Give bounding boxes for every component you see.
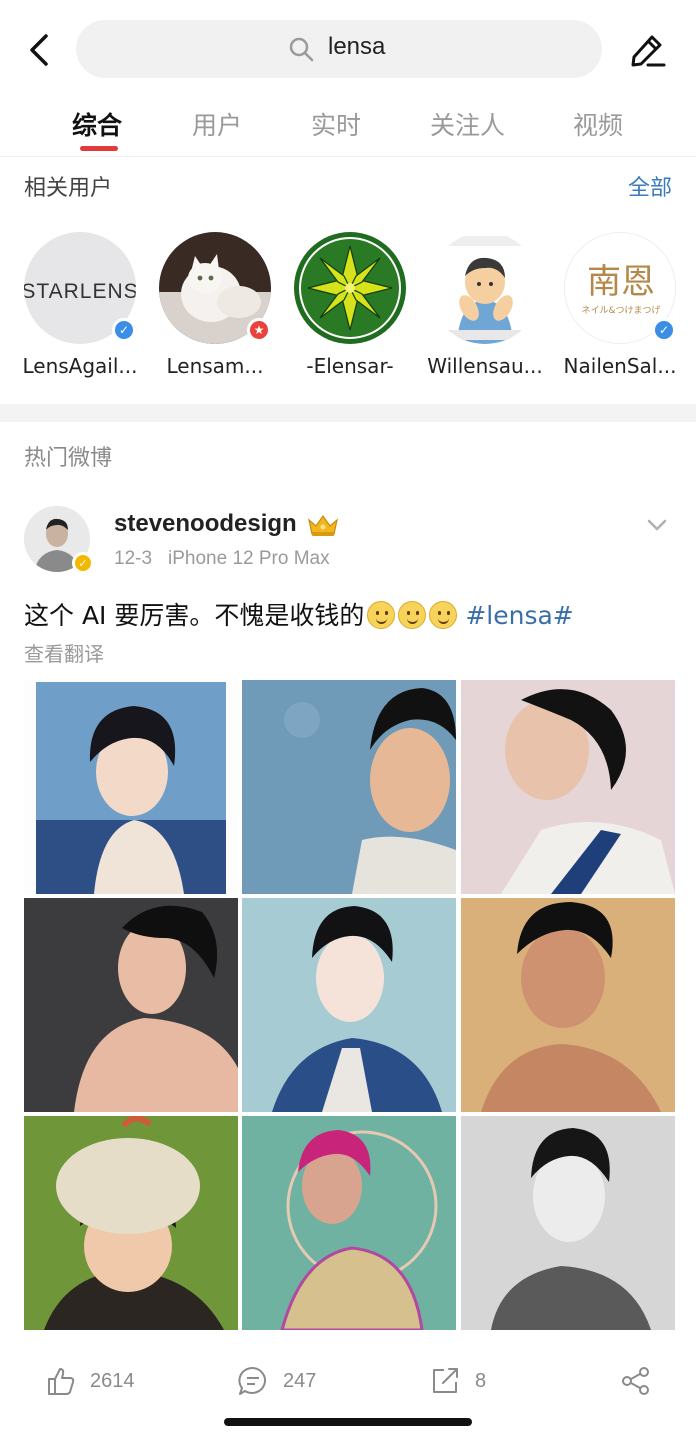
related-user-card[interactable]: Willensau...	[425, 232, 545, 392]
post-image[interactable]	[242, 1116, 456, 1330]
share-button[interactable]	[620, 1346, 652, 1416]
repost-button[interactable]: 8	[429, 1346, 486, 1416]
like-icon	[48, 1368, 75, 1395]
crown-icon	[308, 514, 338, 536]
active-tab-indicator	[80, 146, 118, 151]
home-indicator	[224, 1418, 472, 1426]
section-separator	[0, 404, 696, 422]
related-user-name: Willensau...	[427, 354, 543, 378]
smile-emoji-icon	[429, 601, 458, 629]
related-users-all-link[interactable]: 全部	[628, 170, 672, 202]
search-query: lensa	[328, 33, 386, 60]
post-image[interactable]	[24, 898, 238, 1112]
post-image[interactable]	[24, 1116, 238, 1330]
like-button[interactable]: 2614	[44, 1346, 135, 1416]
repost-count: 8	[475, 1369, 487, 1392]
related-user-card[interactable]: STARLENS ✓ LensAgail...	[20, 232, 140, 392]
related-user-card[interactable]: -Elensar-	[290, 232, 410, 392]
edit-icon[interactable]	[628, 30, 668, 70]
post-image[interactable]	[461, 898, 675, 1112]
tab-realtime[interactable]: 实时	[311, 106, 361, 142]
avatar	[294, 232, 406, 344]
comment-icon	[238, 1366, 266, 1395]
post-action-bar: 2614 247 8	[0, 1346, 696, 1416]
post-date: 12-3	[114, 548, 153, 569]
back-arrow-icon[interactable]	[20, 30, 60, 70]
related-user-name: NailenSal...	[563, 354, 677, 378]
like-count: 2614	[90, 1369, 135, 1392]
smile-emoji-icon	[398, 601, 427, 629]
comment-button[interactable]: 247	[237, 1346, 316, 1416]
hot-posts-title: 热门微博	[24, 446, 113, 471]
related-user-card[interactable]: 南恩 ネイル&つけまつげ ✓ NailenSal...	[560, 232, 680, 392]
verified-gold-badge-icon: ✓	[72, 552, 94, 574]
search-icon	[289, 37, 314, 62]
avatar-text: STARLENS	[24, 280, 136, 303]
verified-badge-icon: ✓	[652, 318, 676, 342]
tab-users[interactable]: 用户	[192, 106, 242, 142]
post-image[interactable]	[242, 680, 456, 894]
translate-link[interactable]: 查看翻译	[24, 638, 104, 667]
post-meta: 12-3 iPhone 12 Pro Max	[114, 548, 330, 570]
avatar	[429, 232, 541, 344]
post-device: iPhone 12 Pro Max	[168, 548, 330, 569]
hashtag-link[interactable]: #lensa#	[465, 601, 573, 630]
repost-icon	[433, 1368, 458, 1393]
share-icon	[622, 1367, 649, 1395]
post-text: 这个 AI 要厉害。不愧是收钱的 #lensa#	[24, 596, 574, 632]
tab-video[interactable]: 视频	[573, 106, 623, 142]
smile-emoji-icon	[367, 601, 396, 629]
verified-badge-icon: ✓	[112, 318, 136, 342]
post-body: 这个 AI 要厉害。不愧是收钱的	[24, 601, 365, 630]
post-image[interactable]	[461, 1116, 675, 1330]
tab-comprehensive[interactable]: 综合	[72, 106, 122, 142]
related-user-name: Lensam...	[166, 354, 264, 378]
star-badge-icon: ★	[247, 318, 271, 342]
post-image[interactable]	[461, 680, 675, 894]
search-input[interactable]: lensa	[76, 20, 602, 78]
avatar-subtext: ネイル&つけまつげ	[581, 305, 660, 316]
post-image[interactable]	[24, 680, 238, 894]
related-user-name: -Elensar-	[306, 354, 394, 378]
post-image[interactable]	[242, 898, 456, 1112]
top-bar: lensa	[0, 0, 696, 100]
avatar-text: 南恩	[587, 262, 655, 302]
chevron-down-icon[interactable]	[644, 512, 670, 538]
comment-count: 247	[283, 1369, 317, 1392]
related-user-name: LensAgail...	[22, 354, 138, 378]
divider	[0, 156, 696, 157]
post-author-name[interactable]: stevenoodesign	[114, 510, 297, 538]
related-user-card[interactable]: ★ Lensam...	[155, 232, 275, 392]
related-users-title: 相关用户	[24, 176, 113, 201]
tab-following[interactable]: 关注人	[430, 106, 505, 142]
